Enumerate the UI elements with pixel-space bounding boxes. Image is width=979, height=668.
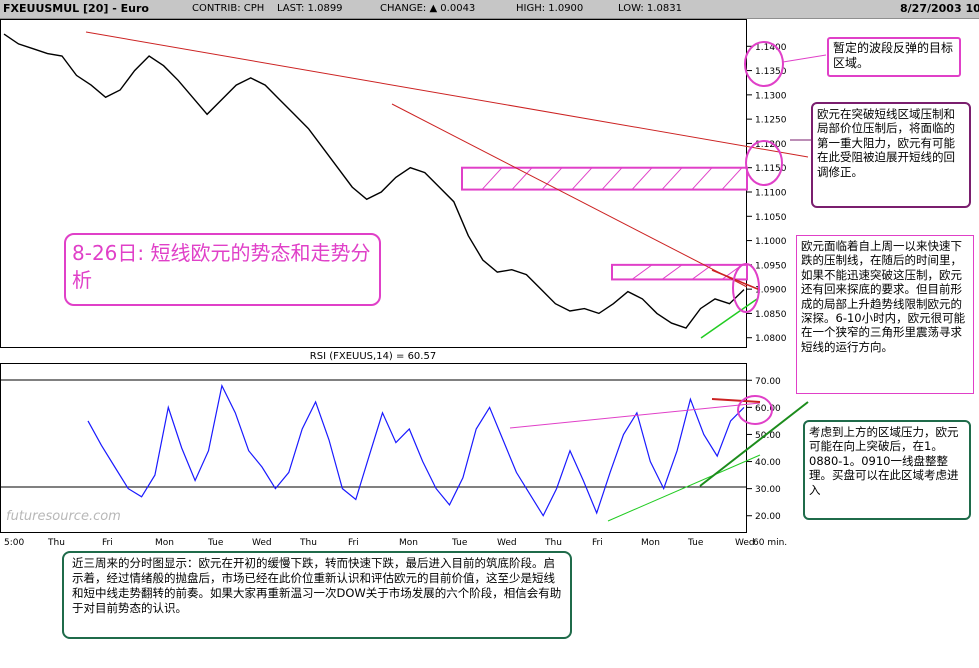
time-tick-label: Thu	[299, 538, 317, 548]
rsi-tick-label: 60.00	[755, 404, 781, 414]
rsi-tick-label: 70.00	[755, 377, 781, 387]
zone-hatch	[481, 167, 503, 190]
rising-trendline	[700, 298, 758, 339]
rsi-tick-label: 40.00	[755, 458, 781, 468]
price-tick-label: 1.1250	[755, 116, 787, 126]
price-tick-label: 1.1100	[755, 189, 787, 199]
rsi-tick-label: 30.00	[755, 485, 781, 495]
time-tick-label: Wed	[497, 538, 517, 548]
time-tick-label: Mon	[641, 538, 660, 548]
zone-hatch	[601, 167, 623, 190]
target-zone-note: 暂定的波段反弹的目标区域。	[827, 37, 961, 77]
rsi-support-line	[699, 401, 809, 487]
analysis-note: 欧元面临着自上周一以来快速下跌的压制线，在随后的时间里，如果不能迅速突破这压制，…	[796, 235, 974, 394]
price-tick-label: 1.0850	[755, 310, 787, 320]
rsi-resistance-stub	[711, 398, 761, 403]
time-tick-label: Fri	[592, 538, 603, 548]
zone-hatch	[661, 167, 683, 190]
time-tick-label: Thu	[47, 538, 65, 548]
time-axis: 5:00 Thu Fri Mon Tue Wed Thu Fri Mon Tue Wed Thu Fri…	[4, 538, 787, 548]
resistance-zones	[461, 166, 748, 281]
time-tick-label: Thu	[544, 538, 562, 548]
time-tick-label: 5:00	[4, 538, 24, 548]
zone-hatch	[661, 264, 683, 280]
price-axis: 1.14001.13501.13001.12501.12001.11501.11…	[746, 43, 787, 344]
time-tick-label: Fri	[102, 538, 113, 548]
time-tick-label: 60 min.	[753, 538, 787, 548]
short-resistance-line	[391, 103, 748, 288]
rsi-label: RSI (FXEUUS,14) = 60.57	[310, 351, 436, 362]
zone-hatch	[691, 167, 713, 190]
time-tick-label: Wed	[735, 538, 755, 548]
rsi-series-line	[87, 383, 745, 517]
zone-hatch	[631, 167, 653, 190]
price-tick-label: 1.0950	[755, 261, 787, 271]
price-tick-label: 1.1000	[755, 237, 787, 247]
price-tick-label: 1.1050	[755, 213, 787, 223]
time-tick-label: Mon	[399, 538, 418, 548]
target-pointer-line	[782, 54, 827, 63]
time-tick-label: Tue	[687, 538, 704, 548]
time-tick-label: Wed	[252, 538, 272, 548]
rsi-tick-label: 20.00	[755, 512, 781, 522]
zone-hatch	[571, 167, 593, 190]
zone-hatch	[631, 264, 653, 280]
time-tick-label: Mon	[155, 538, 174, 548]
summary-note: 近三周来的分时图显示：欧元在开初的缓慢下跌，转而快速下跌，最后进入目前的筑底阶段…	[62, 551, 572, 639]
chart-title-box: 8-26日: 短线欧元的势态和走势分析	[64, 233, 381, 306]
rsi-upper-trendline	[509, 402, 761, 429]
consolidation-note: 考虑到上方的区域压力，欧元可能在向上突破后，在1。0880-1。0910一线盘整…	[803, 420, 971, 520]
zone-hatch	[721, 167, 743, 190]
resistance-note: 欧元在突破短线区域压制和局部价位压制后，将面临的第一重大阻力，欧元有可能在此受阻…	[811, 102, 971, 208]
rsi-lower-trendline	[607, 454, 761, 522]
time-tick-label: Fri	[348, 538, 359, 548]
long-resistance-line	[85, 31, 809, 158]
price-tick-label: 1.1300	[755, 91, 787, 101]
rsi-panel-frame	[0, 363, 747, 533]
time-tick-label: Tue	[451, 538, 468, 548]
time-tick-label: Tue	[207, 538, 224, 548]
watermark: futuresource.com	[6, 509, 121, 524]
price-tick-label: 1.0800	[755, 334, 787, 344]
